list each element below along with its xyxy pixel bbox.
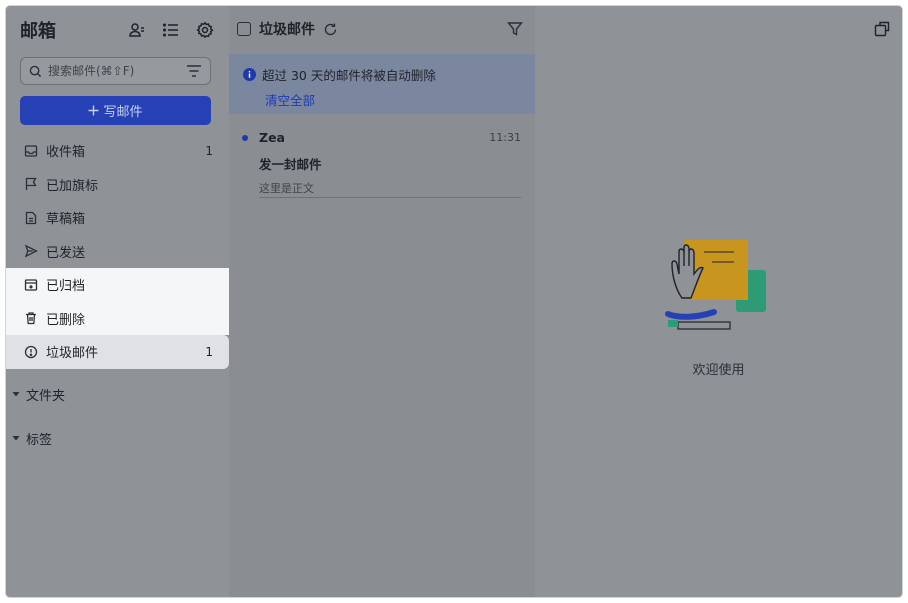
auto-delete-banner: 超过 30 天的邮件将被自动删除 清空全部 (229, 54, 535, 114)
folder-nav: 收件箱 1 已加旗标 草稿箱 已发送 已归档 已删除 垃圾邮件 1 (6, 134, 229, 369)
empty-all-link[interactable]: 清空全部 (265, 90, 315, 109)
flag-icon (25, 178, 37, 191)
plus-icon (88, 105, 99, 116)
search-box[interactable] (20, 57, 211, 85)
open-new-window-icon[interactable] (874, 21, 890, 37)
sidebar-item-label: 已发送 (46, 245, 86, 261)
search-input[interactable] (48, 64, 180, 78)
draft-icon (25, 211, 37, 224)
mail-window: 邮箱 写邮件 收 (6, 6, 902, 597)
contacts-icon[interactable] (127, 20, 147, 40)
sidebar-item-label: 已删除 (46, 312, 86, 328)
list-view-icon[interactable] (161, 20, 181, 40)
welcome-placeholder: 欢迎使用 (535, 238, 902, 378)
gear-icon[interactable] (195, 20, 215, 40)
sidebar-item-spam[interactable]: 垃圾邮件 1 (6, 335, 229, 369)
sidebar-title: 邮箱 (20, 21, 56, 42)
sidebar: 邮箱 写邮件 收 (6, 6, 229, 597)
sidebar-item-label: 草稿箱 (46, 212, 86, 228)
tags-group-label: 标签 (26, 432, 53, 448)
folders-group-toggle[interactable]: 文件夹 (6, 384, 229, 404)
sidebar-item-label: 已加旗标 (46, 178, 99, 194)
sidebar-item-flagged[interactable]: 已加旗标 (6, 168, 229, 202)
list-header: 垃圾邮件 (237, 18, 523, 40)
compose-button[interactable]: 写邮件 (20, 96, 211, 125)
inbox-icon (24, 145, 38, 157)
tags-group-toggle[interactable]: 标签 (6, 428, 229, 448)
sidebar-item-label: 收件箱 (46, 145, 86, 161)
info-icon (243, 68, 256, 81)
sidebar-item-deleted[interactable]: 已删除 (6, 301, 229, 335)
sidebar-item-sent[interactable]: 已发送 (6, 235, 229, 269)
unread-count: 1 (205, 344, 213, 359)
sidebar-header: 邮箱 (20, 16, 215, 44)
select-all-checkbox[interactable] (237, 22, 251, 36)
unread-dot (242, 134, 248, 141)
welcome-illustration-icon (664, 240, 766, 330)
reading-pane: 欢迎使用 (535, 6, 902, 597)
archive-icon (24, 279, 38, 291)
mail-subject: 发一封邮件 (259, 157, 322, 172)
list-title: 垃圾邮件 (259, 22, 315, 38)
folders-group-label: 文件夹 (26, 388, 66, 404)
welcome-text: 欢迎使用 (692, 363, 745, 378)
caret-down-icon (12, 392, 20, 397)
banner-text: 超过 30 天的邮件将被自动删除 (262, 68, 436, 83)
list-item[interactable]: Zea 11:31 发一封邮件 这里是正文 (229, 124, 535, 200)
trash-icon (26, 312, 36, 325)
refresh-icon[interactable] (323, 22, 338, 37)
sidebar-item-drafts[interactable]: 草稿箱 (6, 201, 229, 235)
mail-sender: Zea (259, 130, 285, 145)
sidebar-item-inbox[interactable]: 收件箱 1 (6, 134, 229, 168)
filter-lines-icon[interactable] (186, 64, 202, 78)
filter-icon[interactable] (507, 21, 523, 37)
caret-down-icon (12, 436, 20, 441)
message-list-pane: 垃圾邮件 超过 30 天的邮件将被自动删除 清空全部 Zea 11:31 发一封… (229, 6, 535, 597)
search-icon (29, 65, 42, 77)
compose-label: 写邮件 (103, 105, 143, 120)
sidebar-item-label: 已归档 (46, 279, 86, 295)
mail-preview: 这里是正文 (259, 182, 314, 195)
divider (259, 197, 521, 198)
sidebar-item-label: 垃圾邮件 (46, 346, 99, 362)
send-icon (24, 244, 38, 258)
sidebar-item-archived[interactable]: 已归档 (6, 268, 229, 302)
spam-icon (24, 345, 38, 358)
unread-count: 1 (205, 143, 213, 158)
mail-time: 11:31 (489, 131, 521, 144)
